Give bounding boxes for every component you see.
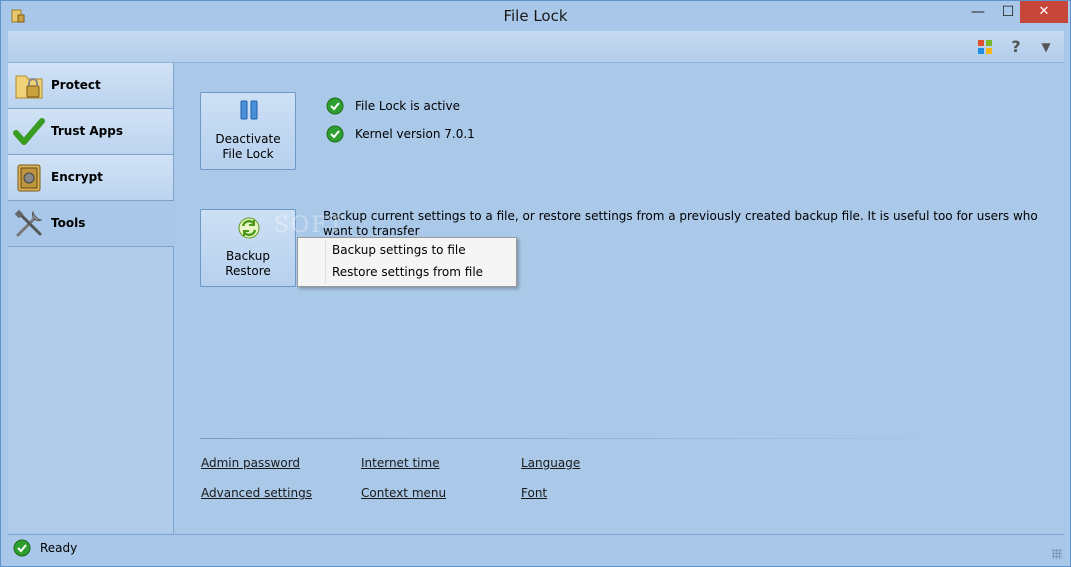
deactivate-button[interactable]: Deactivate File Lock [200,92,296,170]
help-icon[interactable]: ? [1008,39,1024,55]
deactivate-label-line1: Deactivate [215,132,281,146]
main-panel: Deactivate File Lock File Lock is active… [174,63,1064,533]
close-button[interactable]: ✕ [1020,1,1068,23]
sidebar-item-trust-apps[interactable]: Trust Apps [8,109,174,155]
sidebar-item-encrypt[interactable]: Encrypt [8,155,174,201]
check-circle-icon [326,97,344,115]
title-bar[interactable]: File Lock — ☐ ✕ [1,1,1070,31]
app-window: File Lock — ☐ ✕ ? ▼ Protect Trust Apps E… [0,0,1071,567]
backup-context-menu: Backup settings to file Restore settings… [297,237,517,287]
status-text: Kernel version 7.0.1 [355,127,475,141]
window-title: File Lock [503,7,568,25]
backup-label: Backup Restore [201,249,295,279]
sidebar: Protect Trust Apps Encrypt Tools [8,63,174,533]
maximize-button[interactable]: ☐ [993,1,1023,23]
status-text: File Lock is active [355,99,460,113]
deactivate-label-line2: File Lock [222,147,274,161]
safe-icon [17,164,41,192]
folder-lock-icon [15,75,43,99]
check-circle-icon [326,125,344,143]
sidebar-item-protect[interactable]: Protect [8,63,174,109]
admin-password-link[interactable]: Admin password [201,456,300,470]
status-bar-text: Ready [40,541,78,555]
context-menu-link[interactable]: Context menu [361,486,446,500]
menu-item-restore-settings[interactable]: Restore settings from file [300,262,514,283]
backup-label-line1: Backup [226,249,270,263]
resize-grip[interactable] [1052,549,1062,559]
menu-item-backup-settings[interactable]: Backup settings to file [300,240,514,261]
watermark: SOFT [274,213,346,238]
check-circle-icon [13,539,31,557]
sidebar-item-tools[interactable]: Tools [8,201,174,247]
windows-logo-icon[interactable] [977,39,993,55]
refresh-icon [238,217,260,239]
language-link[interactable]: Language [521,456,580,470]
backup-label-line2: Restore [225,264,271,278]
green-check-icon [13,118,45,145]
sidebar-item-label: Encrypt [51,170,103,184]
sidebar-item-label: Protect [51,78,101,92]
pause-icon [240,100,258,120]
divider [200,438,980,439]
sidebar-item-label: Trust Apps [51,124,123,138]
chevron-down-icon[interactable]: ▼ [1038,39,1054,55]
tools-icon [14,209,43,237]
font-link[interactable]: Font [521,486,547,500]
deactivate-label: Deactivate File Lock [201,132,295,162]
status-bar: Ready [8,534,1064,561]
internet-time-link[interactable]: Internet time [361,456,440,470]
advanced-settings-link[interactable]: Advanced settings [201,486,312,500]
backup-description-line1: Backup current settings to a file, or re… [323,209,1038,238]
minimize-button[interactable]: — [963,1,993,23]
sidebar-item-label: Tools [51,216,86,230]
top-toolbar: ? ▼ [8,31,1064,63]
